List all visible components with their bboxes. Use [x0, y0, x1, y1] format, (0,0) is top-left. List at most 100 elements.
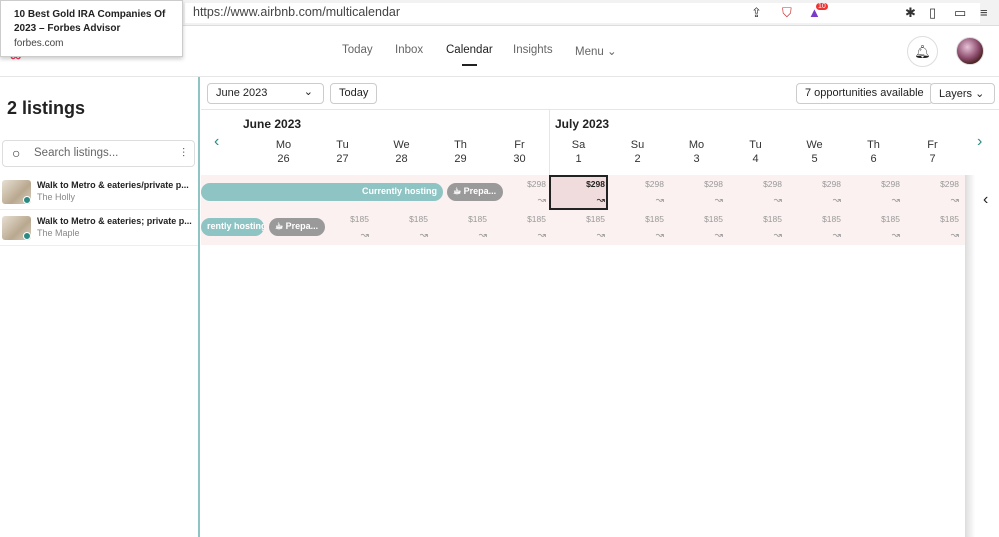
weekday: Mo [688, 139, 705, 151]
day-number: 27 [336, 153, 349, 165]
day-header: We 28 [372, 138, 431, 166]
smart-pricing-icon: ↝ [891, 230, 900, 241]
nav-inbox[interactable]: Inbox [395, 44, 423, 56]
day-number: 6 [870, 153, 877, 165]
listing-title: Walk to Metro & eateries/private p... [37, 180, 189, 190]
listings-count: 2 listings [7, 98, 86, 118]
smart-pricing-icon: ↝ [950, 230, 959, 241]
nav-menu[interactable]: Menu ⌄ [575, 44, 617, 58]
nightly-price[interactable]: $185 [667, 214, 723, 224]
reservation-bar[interactable]: Currently hosting [201, 183, 443, 201]
layers-button[interactable]: Layers ⌄ [930, 83, 995, 104]
month-select[interactable]: June 2023 ⌄ [207, 83, 324, 104]
month-label: June 2023 [243, 117, 302, 131]
smart-pricing-icon: ↝ [950, 195, 959, 206]
nav-calendar-label: Calendar [446, 44, 493, 56]
listing-title: Walk to Metro & eateries; private p... [37, 216, 192, 226]
tooltip-title: 10 Best Gold IRA Companies Of 2023 – For… [14, 9, 166, 34]
nightly-price[interactable]: $298 [726, 179, 782, 189]
nightly-price[interactable]: $185 [608, 214, 664, 224]
smart-pricing-icon: ↝ [596, 230, 605, 241]
tooltip-domain: forbes.com [14, 38, 64, 49]
reservation-bar[interactable]: rently hosting [201, 218, 264, 236]
smart-pricing-icon: ↝ [655, 230, 664, 241]
nightly-price[interactable]: $298 [549, 179, 605, 189]
nightly-price[interactable]: $298 [608, 179, 664, 189]
chevron-down-icon: ⌄ [975, 88, 985, 100]
filter-icon[interactable]: ⫶ [182, 146, 185, 161]
smart-pricing-icon: ↝ [773, 230, 782, 241]
brave-shield-icon[interactable]: ⛉ [782, 5, 792, 21]
nav-menu-label: Menu [575, 46, 604, 58]
menu-icon[interactable]: ≡ [980, 5, 988, 20]
search-placeholder: Search listings... [34, 147, 119, 159]
avatar[interactable] [956, 37, 984, 65]
nightly-price[interactable]: $298 [785, 179, 841, 189]
weekday: We [806, 139, 823, 151]
cup-icon: ☕︎ [275, 221, 284, 231]
notifications-bell-icon[interactable]: 🔔︎ [907, 36, 938, 67]
sidebar-icon[interactable]: ▯ [929, 5, 936, 21]
search-input[interactable]: ○ Search listings... ⫶ [2, 140, 195, 167]
status-dot [23, 232, 31, 240]
nightly-price[interactable]: $185 [726, 214, 782, 224]
nav-today[interactable]: Today [342, 44, 373, 56]
smart-pricing-icon: ↝ [714, 230, 723, 241]
address-bar[interactable]: https://www.airbnb.com/multicalendar [185, 3, 980, 23]
today-button[interactable]: Today [330, 83, 378, 104]
day-header: Th 29 [431, 138, 490, 166]
weekday: Fr [927, 139, 938, 151]
smart-pricing-icon: ↝ [478, 230, 487, 241]
nav-calendar[interactable]: Calendar [446, 44, 493, 66]
calendar-header: June 2023 July 2023 ‹ › Mo 26 Tu 27 We 28 Th 29… [201, 110, 999, 175]
nightly-price[interactable]: $185 [844, 214, 900, 224]
weekday: Fr [514, 139, 525, 151]
nightly-price[interactable]: $298 [844, 179, 900, 189]
day-number: 28 [395, 153, 408, 165]
listing-item[interactable]: Walk to Metro & eateries/private p... Th… [0, 175, 198, 210]
day-header: Mo 26 [254, 138, 313, 166]
smart-pricing-icon: ↝ [596, 195, 605, 206]
chevron-left-icon[interactable]: ‹ [983, 191, 988, 209]
preparation-pill[interactable]: ☕︎ Prepa... [447, 183, 503, 201]
smart-pricing-icon: ↝ [537, 230, 546, 241]
smart-pricing-icon: ↝ [773, 195, 782, 206]
nightly-price[interactable]: $185 [490, 214, 546, 224]
day-header: Mo 3 [667, 138, 726, 166]
nightly-price[interactable]: $185 [785, 214, 841, 224]
nav-insights[interactable]: Insights [513, 44, 553, 56]
nightly-price[interactable]: $185 [903, 214, 959, 224]
day-number: 29 [454, 153, 467, 165]
day-number: 30 [513, 153, 526, 165]
nightly-price[interactable]: $185 [549, 214, 605, 224]
share-icon[interactable]: ⇪ [751, 5, 762, 21]
preparation-pill[interactable]: ☕︎ Prepa... [269, 218, 325, 236]
weekday: Th [867, 139, 880, 151]
calendar-row: $185 ↝ $185 ↝ $185 ↝ $185 ↝ $185 ↝ $185 ↝ $185 ↝ $185 ↝… [201, 210, 965, 245]
day-header: Tu 27 [313, 138, 372, 166]
day-number: 4 [752, 153, 759, 165]
listing-name: The Maple [37, 228, 80, 238]
chevron-right-icon[interactable]: › [977, 133, 982, 151]
smart-pricing-icon: ↝ [419, 230, 428, 241]
day-number: 3 [693, 153, 700, 165]
nightly-price[interactable]: $298 [903, 179, 959, 189]
nightly-price[interactable]: $185 [372, 214, 428, 224]
wallet-icon[interactable]: ▭ [954, 5, 966, 21]
month-label: July 2023 [555, 117, 610, 131]
chevron-down-icon: ⌄ [303, 86, 313, 98]
listing-name: The Holly [37, 192, 76, 202]
opportunities-button[interactable]: 7 opportunities available [796, 83, 933, 104]
layers-label: Layers [939, 88, 973, 100]
day-number: 7 [929, 153, 936, 165]
listing-item[interactable]: Walk to Metro & eateries; private p... T… [0, 211, 198, 246]
smart-pricing-icon: ↝ [832, 195, 841, 206]
nightly-price[interactable]: $185 [431, 214, 487, 224]
chevron-left-icon[interactable]: ‹ [214, 133, 219, 151]
extensions-icon[interactable]: ✱ [905, 5, 916, 21]
side-panel-edge: ‹ [965, 175, 999, 537]
nightly-price[interactable]: $298 [667, 179, 723, 189]
day-header: Fr 7 [903, 138, 962, 166]
search-icon: ○ [12, 145, 21, 161]
day-number: 26 [277, 153, 290, 165]
